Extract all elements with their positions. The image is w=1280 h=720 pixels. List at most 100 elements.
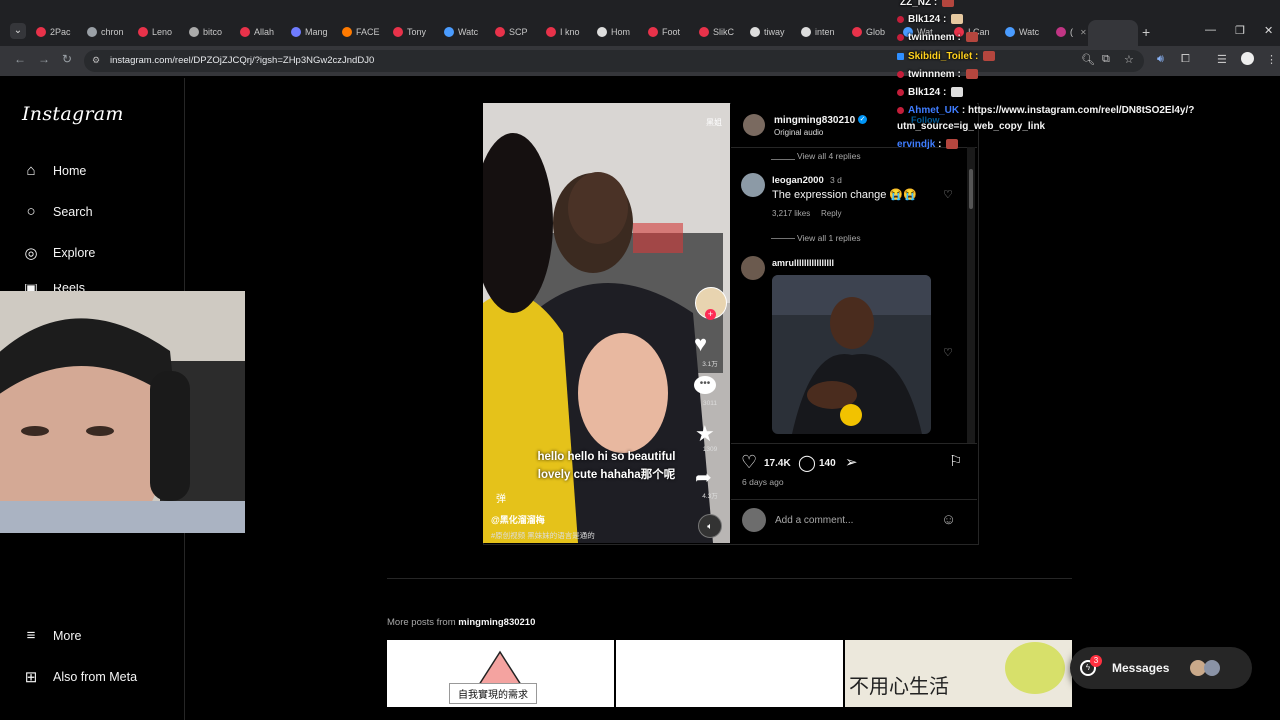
more-post-thumbnail[interactable]: 不用心生活 (845, 640, 1072, 707)
close-tab-icon[interactable]: ✕ (1080, 28, 1087, 37)
browser-tab[interactable]: FACE (342, 24, 388, 40)
browser-tab[interactable]: Leno (138, 24, 184, 40)
browser-tab[interactable]: Mang (291, 24, 337, 40)
author-avatar[interactable] (743, 114, 765, 136)
browser-tab[interactable]: SCP (495, 24, 541, 40)
more-posts-user[interactable]: mingming830210 (458, 617, 535, 628)
add-comment-input[interactable]: Add a comment... (775, 515, 853, 526)
video-comment-icon[interactable]: ••• (694, 376, 716, 394)
messages-button[interactable]: ϟ 3 Messages (1070, 647, 1252, 689)
nav-explore-label: Explore (53, 246, 96, 260)
url-text[interactable]: instagram.com/reel/DPZOjZJCQrj/?igsh=ZHp… (110, 55, 374, 66)
emoji-icon[interactable]: ☺ (941, 511, 956, 528)
comment-gif-image (772, 275, 931, 434)
profile-avatar[interactable] (1241, 52, 1254, 65)
browser-tab[interactable]: Hom (597, 24, 643, 40)
tab-favicon-icon (87, 27, 97, 37)
browser-tab[interactable]: Watc (444, 24, 490, 40)
nav-more[interactable]: ≡ More (22, 627, 82, 644)
comment-gif[interactable] (772, 275, 931, 434)
nav-also-from-meta[interactable]: ⊞ Also from Meta (22, 668, 137, 686)
view-replies-button[interactable]: View all 1 replies (797, 233, 861, 243)
video-follow-plus-icon[interactable]: + (705, 309, 716, 320)
video-like-heart-icon[interactable]: ♥ (694, 331, 707, 357)
commenter-avatar[interactable] (741, 173, 765, 197)
tab-search-button[interactable]: ⌄ (10, 23, 26, 39)
messages-badge: 3 (1090, 655, 1102, 667)
tab-title: I kno (560, 27, 580, 37)
install-app-icon[interactable]: ⧉ (1102, 53, 1110, 66)
instagram-logo[interactable]: Instagram (22, 103, 124, 125)
chat-separator: : (931, 0, 940, 8)
video-tags: #原创视频 黑妹妹的语言是通的 (491, 531, 595, 540)
original-audio-label[interactable]: Original audio (774, 128, 823, 137)
comments-scrollbar-thumb[interactable] (969, 169, 973, 209)
tab-title: Foot (662, 27, 681, 37)
like-heart-icon[interactable]: ♡ (741, 452, 757, 473)
share-send-icon[interactable]: ➢ (845, 453, 858, 471)
chat-message-continued: utm_source=ig_web_copy_link (897, 121, 1045, 132)
chat-message: Blk124 : (897, 87, 964, 98)
forward-icon[interactable]: → (38, 52, 50, 66)
extensions-icon[interactable]: ⧠ (1181, 53, 1190, 66)
comment-reply-button[interactable]: Reply (821, 209, 841, 218)
save-bookmark-icon[interactable]: ⚐ (949, 452, 962, 470)
chat-badge-icon (897, 52, 904, 60)
tab-title: Watc (458, 27, 479, 37)
chat-badge-icon (897, 106, 904, 114)
close-window-icon[interactable]: ✕ (1264, 24, 1273, 37)
browser-tab[interactable]: I kno (546, 24, 592, 40)
browser-tab[interactable]: Tony (393, 24, 439, 40)
chat-message: twinnnem : (897, 69, 978, 80)
comment-bubble-icon[interactable]: ◯ (798, 453, 816, 473)
site-info-icon[interactable]: ⚙ (92, 55, 100, 66)
reload-icon[interactable]: ↻ (62, 52, 72, 66)
reel-video[interactable]: 黑姐 + ♥ 3.1万 ••• 3011 ★ 1309 ➦ 4.3万 hello… (483, 103, 730, 543)
commenter-avatar[interactable] (741, 256, 765, 280)
tab-title: ( (1070, 27, 1073, 37)
browser-tab[interactable]: Watc (1005, 24, 1051, 40)
new-tab-button[interactable]: + (1142, 24, 1150, 40)
comment-count: 140 (819, 458, 836, 469)
browser-tab[interactable]: SlikC (699, 24, 745, 40)
nav-home[interactable]: ⌂ Home (22, 162, 86, 179)
zoom-icon[interactable]: 🔍︎ (1081, 53, 1095, 66)
chat-username: twinnnem (908, 69, 955, 80)
tab-title: tiway (764, 27, 785, 37)
comment-likes[interactable]: 3,217 likes (772, 209, 810, 218)
browser-tab[interactable]: bitco (189, 24, 235, 40)
like-count: 17.4K (764, 458, 791, 469)
chat-text: https://www.instagram.com/reel/DN8tSO2El… (968, 105, 1195, 116)
comment-username[interactable]: leogan2000 (772, 175, 824, 186)
video-favorite-star-icon[interactable]: ★ (695, 421, 715, 447)
chat-username: ZZ_NZ (900, 0, 932, 8)
nav-search[interactable]: ○ Search (22, 203, 93, 220)
more-post-thumbnail[interactable] (616, 640, 843, 707)
browser-tab[interactable]: Glob (852, 24, 898, 40)
minimize-icon[interactable]: — (1205, 24, 1216, 36)
message-avatar (1204, 660, 1220, 676)
browser-tab[interactable]: Foot (648, 24, 694, 40)
browser-tab[interactable]: chron (87, 24, 133, 40)
browser-tab[interactable]: tiway (750, 24, 796, 40)
mute-toggle-icon[interactable]: 🔈︎ (698, 514, 722, 538)
browser-tab[interactable]: Allah (240, 24, 286, 40)
chrome-menu-icon[interactable]: ⋮ (1266, 53, 1277, 66)
more-post-thumbnail[interactable]: 自我實現的需求 (387, 640, 614, 707)
back-icon[interactable]: ← (14, 52, 26, 66)
nav-search-label: Search (53, 204, 93, 219)
comment-like-heart-icon[interactable]: ♡ (943, 188, 953, 201)
view-replies-button[interactable]: View all 4 replies (797, 151, 861, 161)
browser-tab[interactable]: inten (801, 24, 847, 40)
author-username[interactable]: mingming830210 (774, 115, 855, 126)
comment-username[interactable]: amrullllllllllllllll (772, 258, 834, 268)
reading-list-icon[interactable]: ☰ (1217, 53, 1227, 66)
comment-like-heart-icon[interactable]: ♡ (943, 346, 953, 359)
browser-tab[interactable]: 2Pac (36, 24, 82, 40)
audio-icon[interactable]: 🔊︎ (1157, 53, 1164, 66)
nav-explore[interactable]: ◎ Explore (22, 244, 95, 262)
nav-also-from-meta-label: Also from Meta (53, 670, 138, 684)
restore-icon[interactable]: ❐ (1235, 24, 1245, 37)
post-age: 6 days ago (742, 477, 784, 487)
bookmark-star-icon[interactable]: ☆ (1124, 53, 1134, 66)
